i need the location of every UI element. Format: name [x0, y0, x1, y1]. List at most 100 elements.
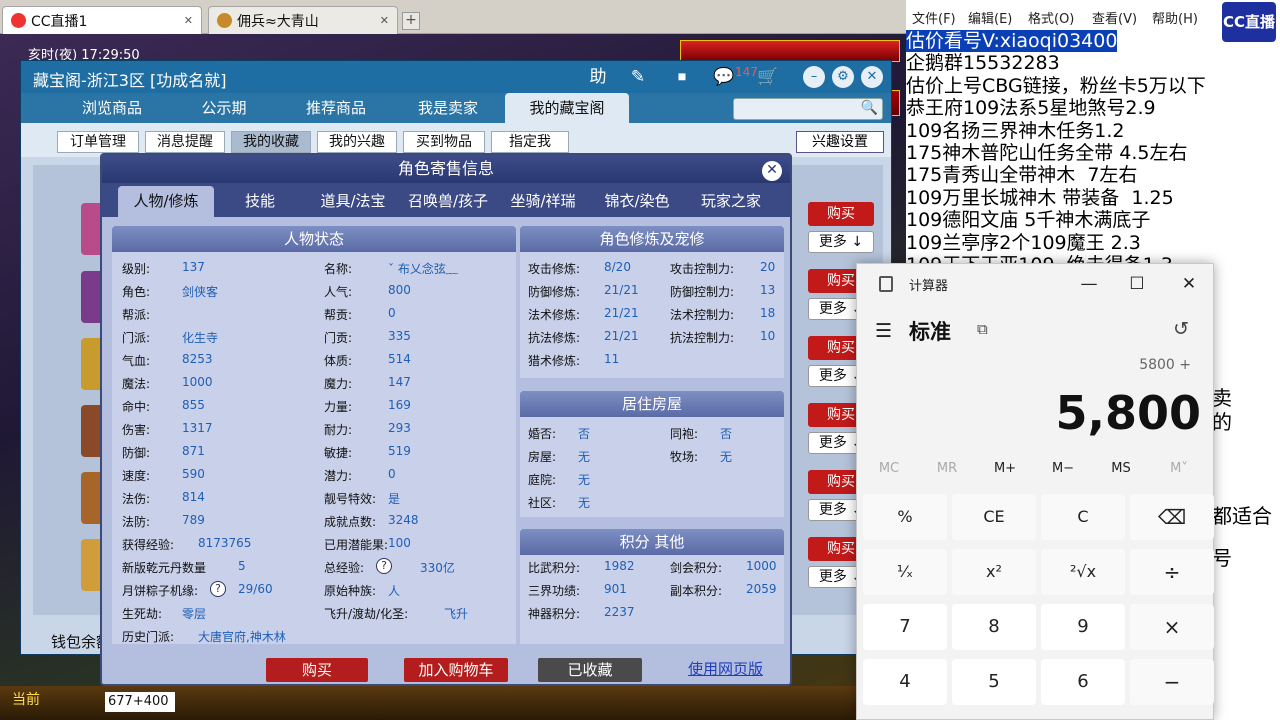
stat-label: 历史门派: [122, 630, 175, 644]
message-icon[interactable]: 💬 [713, 66, 735, 88]
digit-6-button[interactable]: 6 [1041, 659, 1125, 705]
stat-label: 庭院: [528, 473, 557, 487]
stat-row: 生死劫: 零层 [122, 605, 206, 622]
tab-purchased[interactable]: 买到物品 [403, 131, 485, 153]
search-icon[interactable]: 🔍 [861, 100, 878, 116]
dialog-tabs: 人物/修炼 技能 道具/法宝 召唤兽/孩子 坐骑/祥瑞 锦衣/染色 玩家之家 [102, 183, 790, 217]
stat-label: 命中: [122, 400, 151, 414]
stop-icon[interactable]: ⏹ [671, 66, 693, 88]
close-tab-icon[interactable]: ✕ [380, 14, 389, 27]
square-root-button[interactable]: ²√x [1041, 549, 1125, 595]
tab-assigned[interactable]: 指定我 [491, 131, 569, 153]
tab-mounts[interactable]: 坐骑/祥瑞 [498, 186, 588, 217]
close-icon[interactable]: ✕ [762, 161, 782, 181]
close-button[interactable]: ✕ [1169, 270, 1209, 298]
stat-row: 名称: ˇ 布乂念弦﹏ [324, 260, 458, 277]
stat-row: 攻击修炼: 8/20 [528, 260, 631, 277]
chat-input[interactable]: 677+400 [105, 692, 175, 712]
memory-clear-button[interactable]: MC [861, 461, 917, 476]
percent-button[interactable]: % [863, 494, 947, 540]
edit-icon[interactable]: ✎ [627, 66, 649, 88]
menu-format[interactable]: 格式(O) [1028, 8, 1074, 27]
notepad-text-area[interactable]: 估价看号V:xiaoqi03400 企鹅群15532283 估价上号CBG链接，粉丝… [906, 30, 1280, 276]
menu-view[interactable]: 查看(V) [1092, 8, 1137, 27]
keep-on-top-icon[interactable]: ⧉ [977, 320, 988, 338]
close-tab-icon[interactable]: ✕ [184, 14, 193, 27]
memory-store-button[interactable]: MS [1093, 461, 1149, 476]
web-version-link[interactable]: 使用网页版 [688, 658, 763, 679]
tab-outfits[interactable]: 锦衣/染色 [592, 186, 682, 217]
maximize-button[interactable]: ☐ [1117, 270, 1157, 298]
cc-favicon-icon [11, 13, 26, 28]
square-button[interactable]: x² [952, 549, 1036, 595]
menu-help[interactable]: 帮助(H) [1152, 8, 1198, 27]
new-tab-button[interactable]: + [402, 12, 420, 30]
tab-pets[interactable]: 召唤兽/孩子 [402, 186, 494, 217]
nav-browse[interactable]: 浏览商品 [57, 93, 167, 123]
nav-my-pavilion[interactable]: 我的藏宝阁 [505, 93, 629, 123]
tab-favorites[interactable]: 我的收藏 [231, 131, 311, 153]
tab-home[interactable]: 玩家之家 [686, 186, 776, 217]
panel-title: 居住房屋 [520, 391, 784, 417]
stat-row: 靓号特效: 是 [324, 490, 400, 507]
stat-label: 同袍: [670, 427, 699, 441]
interest-settings-button[interactable]: 兴趣设置 [796, 131, 884, 153]
settings-button[interactable]: ⚙ [832, 66, 854, 88]
tab-title: 佣兵≈大青山 [237, 13, 319, 30]
digit-9-button[interactable]: 9 [1041, 604, 1125, 650]
tab-items[interactable]: 道具/法宝 [308, 186, 398, 217]
more-button[interactable]: 更多 ↓ [808, 231, 874, 253]
stat-value: 21/21 [604, 306, 639, 320]
memory-recall-button[interactable]: MR [919, 461, 975, 476]
stat-row: 门贡: 335 [324, 329, 411, 346]
digit-4-button[interactable]: 4 [863, 659, 947, 705]
tab-orders[interactable]: 订单管理 [57, 131, 139, 153]
buy-button[interactable]: 购买 [808, 202, 874, 226]
memory-subtract-button[interactable]: M− [1035, 461, 1091, 476]
help-button[interactable]: 助 [587, 66, 609, 88]
close-button[interactable]: ✕ [861, 66, 883, 88]
notepad-row: 109名扬三界神木任务1.2 [906, 120, 1280, 142]
clear-button[interactable]: C [1041, 494, 1125, 540]
clear-entry-button[interactable]: CE [952, 494, 1036, 540]
stat-value: 21/21 [604, 283, 639, 297]
tab-character[interactable]: 人物/修炼 [118, 186, 214, 217]
current-channel-label[interactable]: 当前 [12, 689, 40, 709]
tab-skills[interactable]: 技能 [220, 186, 300, 217]
notepad-line: 恭王府109法系5星地煞号2.9 [906, 97, 1156, 120]
menu-icon[interactable]: ☰ [875, 320, 892, 342]
minimize-button[interactable]: – [803, 66, 825, 88]
minus-button[interactable]: − [1130, 659, 1214, 705]
tab-messages[interactable]: 消息提醒 [145, 131, 225, 153]
nav-recommended[interactable]: 推荐商品 [281, 93, 391, 123]
minimize-button[interactable]: — [1069, 270, 1109, 298]
collected-button[interactable]: 已收藏 [538, 658, 642, 682]
digit-5-button[interactable]: 5 [952, 659, 1036, 705]
memory-list-button[interactable]: M˅ [1151, 461, 1207, 476]
history-icon[interactable]: ↺ [1173, 318, 1189, 340]
add-to-cart-button[interactable]: 加入购物车 [404, 658, 508, 682]
menu-file[interactable]: 文件(F) [912, 8, 956, 27]
tab-interests[interactable]: 我的兴趣 [317, 131, 397, 153]
browser-tab-cc-live[interactable]: CC直播1 ✕ [2, 6, 202, 34]
stat-value: 814 [182, 490, 205, 504]
search-input[interactable]: 🔍 [733, 98, 883, 120]
digit-7-button[interactable]: 7 [863, 604, 947, 650]
multiply-button[interactable]: × [1130, 604, 1214, 650]
stat-label: 力量: [324, 400, 353, 414]
backspace-button[interactable]: ⌫ [1130, 494, 1214, 540]
digit-8-button[interactable]: 8 [952, 604, 1036, 650]
buy-button[interactable]: 购买 [266, 658, 368, 682]
stat-label: 已用潜能果: [324, 538, 389, 552]
nav-public[interactable]: 公示期 [169, 93, 279, 123]
help-icon[interactable]: ? [376, 558, 392, 574]
menu-edit[interactable]: 编辑(E) [968, 8, 1012, 27]
divide-button[interactable]: ÷ [1130, 549, 1214, 595]
reciprocal-button[interactable]: ¹⁄ₓ [863, 549, 947, 595]
stat-value: 2059 [746, 582, 777, 596]
cart-icon[interactable]: 🛒 [757, 66, 779, 88]
help-icon[interactable]: ? [210, 581, 226, 597]
memory-add-button[interactable]: M+ [977, 461, 1033, 476]
nav-seller[interactable]: 我是卖家 [393, 93, 503, 123]
browser-tab-mercenary[interactable]: 佣兵≈大青山 ✕ [208, 6, 398, 34]
